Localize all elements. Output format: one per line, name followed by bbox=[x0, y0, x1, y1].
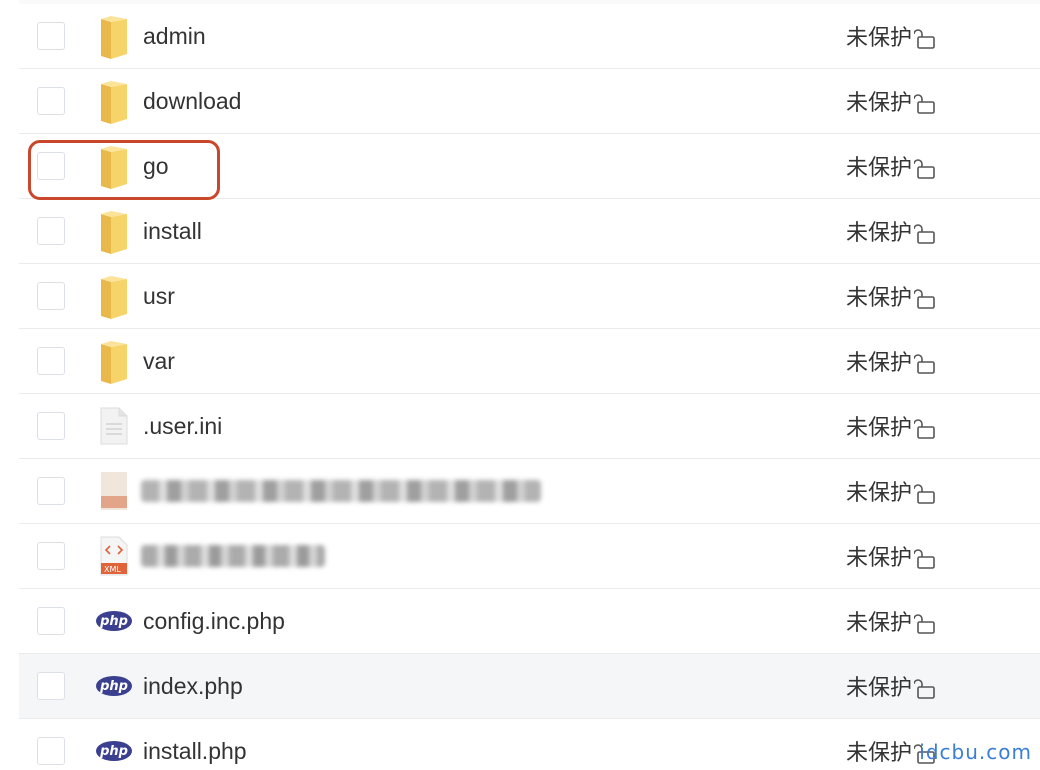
protection-status-label: 未保护 bbox=[846, 351, 913, 376]
php-file-icon: php bbox=[94, 727, 134, 770]
protection-status[interactable]: 未保护 bbox=[846, 540, 936, 572]
row-checkbox[interactable] bbox=[37, 217, 65, 245]
file-row[interactable]: XML 未保护 bbox=[19, 524, 1040, 589]
php-badge-label: php bbox=[100, 613, 128, 629]
row-checkbox[interactable] bbox=[37, 347, 65, 375]
unlocked-padlock-icon bbox=[912, 548, 936, 570]
redacted-file-name bbox=[141, 480, 541, 502]
protection-status-label: 未保护 bbox=[846, 221, 913, 246]
file-name[interactable]: go bbox=[143, 153, 169, 180]
protection-status-label: 未保护 bbox=[846, 26, 913, 51]
file-icon bbox=[94, 467, 134, 515]
xml-badge-label: XML bbox=[104, 565, 121, 574]
protection-status[interactable]: 未保护 bbox=[846, 605, 936, 637]
file-row[interactable]: php install.php 未保护 bbox=[19, 719, 1040, 770]
protection-status-label: 未保护 bbox=[846, 611, 913, 636]
file-row[interactable]: 未保护 bbox=[19, 459, 1040, 524]
folder-icon bbox=[94, 12, 134, 60]
file-row[interactable]: go 未保护 bbox=[19, 134, 1040, 199]
file-name[interactable]: install.php bbox=[143, 738, 247, 765]
row-checkbox[interactable] bbox=[37, 672, 65, 700]
file-name[interactable]: admin bbox=[143, 23, 206, 50]
file-row[interactable]: download 未保护 bbox=[19, 69, 1040, 134]
protection-status-label: 未保护 bbox=[846, 286, 913, 311]
unlocked-padlock-icon bbox=[912, 28, 936, 50]
file-name[interactable]: usr bbox=[143, 283, 175, 310]
row-checkbox[interactable] bbox=[37, 87, 65, 115]
redacted-file-name bbox=[141, 545, 325, 567]
protection-status-label: 未保护 bbox=[846, 156, 913, 181]
php-file-icon: php bbox=[94, 597, 134, 645]
protection-status[interactable]: 未保护 bbox=[846, 150, 936, 182]
protection-status-label: 未保护 bbox=[846, 481, 913, 506]
php-badge-label: php bbox=[100, 743, 128, 759]
file-name[interactable]: var bbox=[143, 348, 175, 375]
protection-status[interactable]: 未保护 bbox=[846, 475, 936, 507]
row-checkbox[interactable] bbox=[37, 477, 65, 505]
file-row[interactable]: .user.ini 未保护 bbox=[19, 394, 1040, 459]
text-file-icon bbox=[94, 402, 134, 450]
protection-status-label: 未保护 bbox=[846, 416, 913, 441]
xml-file-icon: XML bbox=[94, 532, 134, 580]
unlocked-padlock-icon bbox=[912, 288, 936, 310]
protection-status[interactable]: 未保护 bbox=[846, 215, 936, 247]
unlocked-padlock-icon bbox=[912, 158, 936, 180]
file-manager-page: admin 未保护 download 未保护 go 未保护 install 未保护 usr 未保护… bbox=[0, 0, 1040, 770]
protection-status[interactable]: 未保护 bbox=[846, 410, 936, 442]
protection-status-label: 未保护 bbox=[846, 546, 913, 571]
unlocked-padlock-icon bbox=[912, 93, 936, 115]
row-checkbox[interactable] bbox=[37, 282, 65, 310]
protection-status[interactable]: 未保护 bbox=[846, 20, 936, 52]
row-checkbox[interactable] bbox=[37, 22, 65, 50]
unlocked-padlock-icon bbox=[912, 678, 936, 700]
folder-icon bbox=[94, 207, 134, 255]
file-row[interactable]: install 未保护 bbox=[19, 199, 1040, 264]
protection-status[interactable]: 未保护 bbox=[846, 670, 936, 702]
php-badge-label: php bbox=[100, 678, 128, 694]
protection-status-label: 未保护 bbox=[846, 676, 913, 701]
folder-icon bbox=[94, 272, 134, 320]
row-checkbox[interactable] bbox=[37, 152, 65, 180]
file-name[interactable]: index.php bbox=[143, 673, 243, 700]
unlocked-padlock-icon bbox=[912, 613, 936, 635]
unlocked-padlock-icon bbox=[912, 353, 936, 375]
row-checkbox[interactable] bbox=[37, 542, 65, 570]
file-row[interactable]: php index.php 未保护 bbox=[19, 654, 1040, 719]
protection-status-label: 未保护 bbox=[846, 91, 913, 116]
row-checkbox[interactable] bbox=[37, 607, 65, 635]
unlocked-padlock-icon bbox=[912, 418, 936, 440]
php-file-icon: php bbox=[94, 662, 134, 710]
file-row[interactable]: admin 未保护 bbox=[19, 4, 1040, 69]
file-row[interactable]: var 未保护 bbox=[19, 329, 1040, 394]
folder-icon bbox=[94, 142, 134, 190]
file-name[interactable]: .user.ini bbox=[143, 413, 222, 440]
file-name[interactable]: config.inc.php bbox=[143, 608, 285, 635]
protection-status[interactable]: 未保护 bbox=[846, 345, 936, 377]
file-name[interactable]: download bbox=[143, 88, 241, 115]
file-row[interactable]: php config.inc.php 未保护 bbox=[19, 589, 1040, 654]
protection-status[interactable]: 未保护 bbox=[846, 280, 936, 312]
file-row[interactable]: usr 未保护 bbox=[19, 264, 1040, 329]
row-checkbox[interactable] bbox=[37, 737, 65, 765]
folder-icon bbox=[94, 337, 134, 385]
unlocked-padlock-icon bbox=[912, 483, 936, 505]
unlocked-padlock-icon bbox=[912, 223, 936, 245]
protection-status[interactable]: 未保护 bbox=[846, 85, 936, 117]
protection-status-label: 未保护 bbox=[846, 741, 913, 766]
row-checkbox[interactable] bbox=[37, 412, 65, 440]
file-name[interactable]: install bbox=[143, 218, 202, 245]
folder-icon bbox=[94, 77, 134, 125]
watermark: idcbu.com bbox=[919, 740, 1032, 764]
file-list: admin 未保护 download 未保护 go 未保护 install 未保护 usr 未保护… bbox=[19, 4, 1040, 770]
